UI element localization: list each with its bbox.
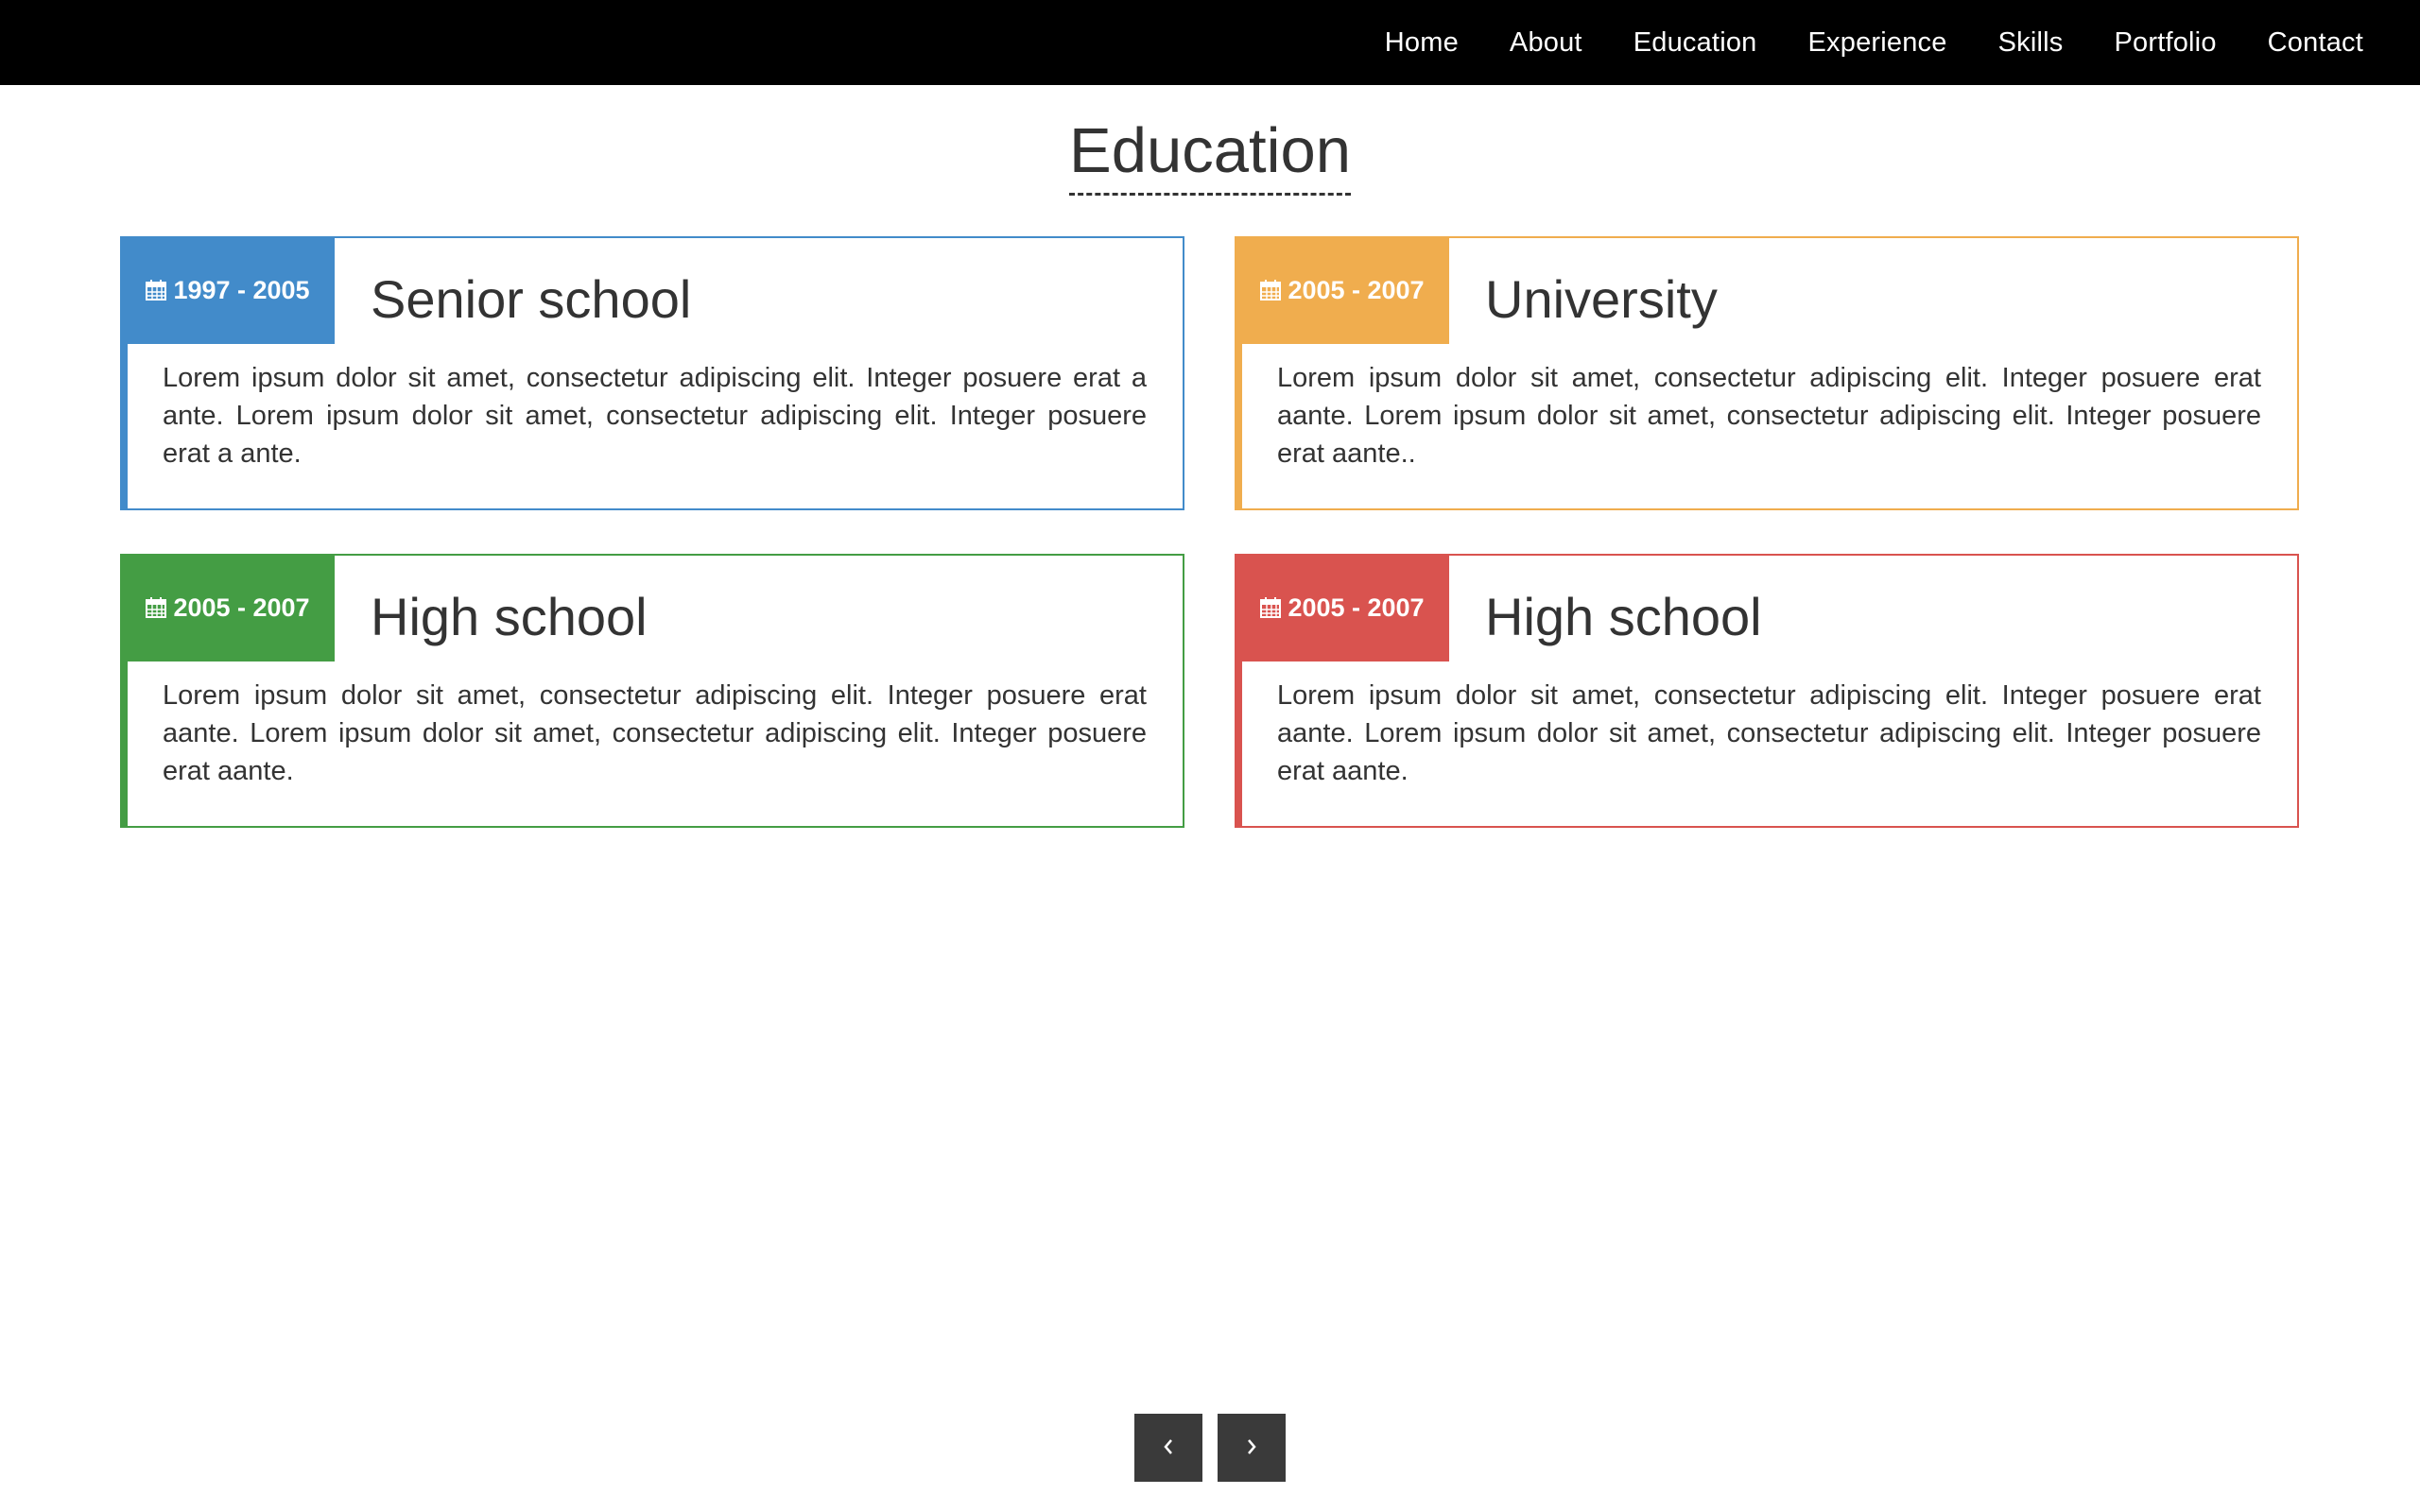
card-title: Senior school <box>371 269 692 329</box>
nav-item-contact[interactable]: Contact <box>2268 27 2363 59</box>
calendar-icon <box>1259 279 1282 301</box>
calendar-icon <box>145 279 167 301</box>
education-card: 2005 - 2007 University Lorem ipsum dolor… <box>1235 236 2299 510</box>
section-heading: Education <box>0 113 2420 196</box>
date-badge: 2005 - 2007 <box>1235 554 1449 662</box>
card-description: Lorem ipsum dolor sit amet, consectetur … <box>1277 680 2261 786</box>
nav-link-home[interactable]: Home <box>1385 27 1459 58</box>
previous-button[interactable] <box>1134 1414 1202 1482</box>
education-card: 2005 - 2007 High school Lorem ipsum dolo… <box>1235 554 2299 828</box>
nav-link-about[interactable]: About <box>1510 27 1582 58</box>
date-badge: 2005 - 2007 <box>1235 236 1449 344</box>
education-card: 1997 - 2005 Senior school Lorem ipsum do… <box>120 236 1184 510</box>
nav-menu: Home About Education Experience Skills P… <box>1385 0 2363 85</box>
education-card: 2005 - 2007 High school Lorem ipsum dolo… <box>120 554 1184 828</box>
nav-item-portfolio[interactable]: Portfolio <box>2114 27 2216 59</box>
nav-link-skills[interactable]: Skills <box>1998 27 2064 58</box>
top-navbar: Home About Education Experience Skills P… <box>0 0 2420 85</box>
card-title: High school <box>371 587 648 646</box>
card-title: University <box>1485 269 1718 329</box>
calendar-icon <box>1259 596 1282 619</box>
next-button[interactable] <box>1218 1414 1286 1482</box>
page-title: Education <box>1069 113 1351 196</box>
card-description: Lorem ipsum dolor sit amet, consectetur … <box>163 680 1147 786</box>
nav-link-education[interactable]: Education <box>1634 27 1757 58</box>
nav-item-experience[interactable]: Experience <box>1808 27 1947 59</box>
date-range: 2005 - 2007 <box>1288 275 1425 304</box>
chevron-left-icon <box>1161 1436 1176 1460</box>
card-title: High school <box>1485 587 1762 646</box>
nav-link-portfolio[interactable]: Portfolio <box>2114 27 2216 58</box>
nav-link-experience[interactable]: Experience <box>1808 27 1947 58</box>
calendar-icon <box>145 596 167 619</box>
date-range: 2005 - 2007 <box>1288 593 1425 622</box>
nav-item-education[interactable]: Education <box>1634 27 1757 59</box>
nav-link-contact[interactable]: Contact <box>2268 27 2363 58</box>
date-range: 1997 - 2005 <box>173 275 310 304</box>
nav-item-about[interactable]: About <box>1510 27 1582 59</box>
card-description: Lorem ipsum dolor sit amet, consectetur … <box>1277 363 2261 469</box>
date-range: 2005 - 2007 <box>173 593 310 622</box>
date-badge: 2005 - 2007 <box>120 554 335 662</box>
card-description: Lorem ipsum dolor sit amet, consectetur … <box>163 363 1147 469</box>
nav-item-home[interactable]: Home <box>1385 27 1459 59</box>
date-badge: 1997 - 2005 <box>120 236 335 344</box>
chevron-right-icon <box>1244 1436 1259 1460</box>
nav-item-skills[interactable]: Skills <box>1998 27 2064 59</box>
